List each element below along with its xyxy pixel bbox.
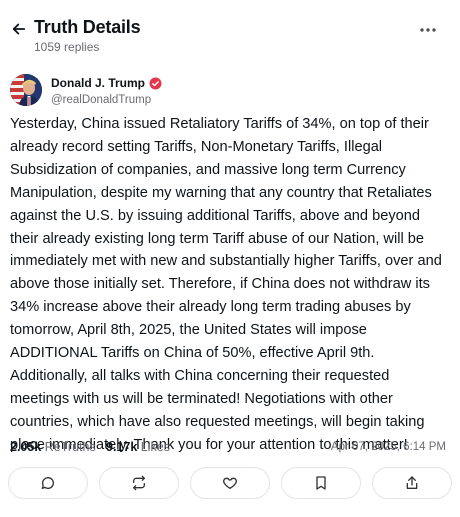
avatar[interactable] (10, 74, 42, 106)
bookmark-button[interactable] (281, 467, 361, 499)
page-header: Truth Details 1059 replies (0, 0, 460, 62)
reply-icon (41, 477, 54, 489)
more-horizontal-icon (420, 28, 436, 32)
retruths-stat[interactable]: 2.05k ReTruths (10, 440, 96, 454)
post-author[interactable]: Donald J. Trump @realDonaldTrump (10, 74, 450, 110)
page-title: Truth Details (34, 17, 141, 37)
retruth-button[interactable] (99, 467, 179, 499)
like-icon (223, 477, 237, 489)
retruths-count: 2.05k (10, 440, 42, 454)
share-button[interactable] (372, 467, 452, 499)
arrow-left-icon (12, 23, 26, 35)
replies-count: 1059 replies (34, 40, 100, 54)
more-options-button[interactable] (416, 20, 440, 40)
author-name-text: Donald J. Trump (51, 76, 146, 90)
reply-button[interactable] (8, 467, 88, 499)
share-icon (406, 476, 418, 489)
back-button[interactable] (8, 18, 30, 40)
like-button[interactable] (190, 467, 270, 499)
verified-badge-icon (149, 77, 162, 90)
likes-stat[interactable]: 9.17k Likes (106, 440, 170, 454)
author-handle[interactable]: @realDonaldTrump (51, 94, 151, 106)
post-body: Yesterday, China issued Retaliatory Tari… (10, 116, 442, 453)
likes-count: 9.17k (106, 440, 138, 454)
post-stats: 2.05k ReTruths 9.17k Likes Apr 07, 2025,… (10, 440, 450, 458)
post-timestamp: Apr 07, 2025, 6:14 PM (330, 441, 446, 453)
likes-label: Likes (140, 440, 170, 454)
action-bar (8, 467, 452, 501)
retruths-label: ReTruths (44, 440, 96, 454)
author-name[interactable]: Donald J. Trump (51, 76, 162, 90)
bookmark-icon (316, 476, 326, 490)
retruth-icon (133, 475, 145, 491)
